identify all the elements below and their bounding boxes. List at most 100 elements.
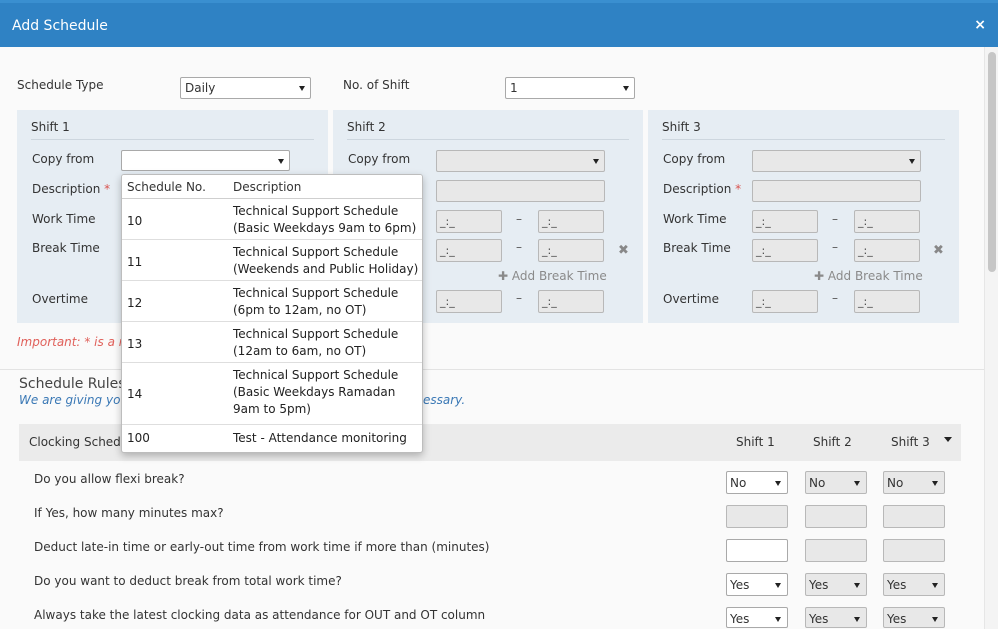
schedule-option[interactable]: 11 Technical Support Schedule (Weekends … bbox=[122, 240, 422, 281]
shift-3-title: Shift 3 bbox=[662, 120, 701, 134]
rules-subtitle-end: essary. bbox=[423, 393, 466, 407]
flexi-minutes-shift-3[interactable] bbox=[883, 505, 945, 528]
deduct-break-shift-3[interactable]: Yes bbox=[883, 573, 945, 596]
late-in-minutes-shift-3[interactable] bbox=[883, 539, 945, 562]
shift-2-copy-from-select[interactable] bbox=[436, 150, 605, 172]
flexi-minutes-shift-1[interactable] bbox=[726, 505, 788, 528]
rules-title: Schedule Rules bbox=[19, 376, 126, 392]
copy-from-dropdown: Schedule No. Description 10 Technical Su… bbox=[121, 174, 423, 453]
col-shift-2: Shift 2 bbox=[813, 435, 852, 449]
no-of-shift-label: No. of Shift bbox=[343, 78, 410, 92]
shift-1-copy-from-select[interactable] bbox=[121, 150, 290, 171]
shift-3-break-end[interactable]: _:_ bbox=[854, 239, 920, 262]
flexi-break-shift-3[interactable]: No bbox=[883, 471, 945, 494]
shift-3-break-time-label: Break Time bbox=[663, 241, 731, 255]
chevron-down-icon bbox=[775, 583, 781, 588]
divider bbox=[347, 139, 629, 140]
dropdown-header: Schedule No. Description bbox=[122, 175, 422, 199]
shift-3-break-start[interactable]: _:_ bbox=[752, 239, 818, 262]
schedule-desc: Technical Support Schedule (12am to 6am,… bbox=[233, 327, 399, 358]
deduct-break-shift-2[interactable]: Yes bbox=[805, 573, 867, 596]
shift-3-description-label: Description * bbox=[663, 182, 742, 196]
flexi-break-shift-2[interactable]: No bbox=[805, 471, 867, 494]
flexi-break-shift-1[interactable]: No bbox=[726, 471, 788, 494]
schedule-type-select[interactable]: Daily bbox=[180, 77, 311, 99]
shift-3-copy-from-select[interactable] bbox=[752, 150, 921, 172]
rule-question: Always take the latest clocking data as … bbox=[34, 608, 486, 622]
chevron-down-icon bbox=[623, 86, 629, 91]
shift-3-ot-start[interactable]: _:_ bbox=[752, 290, 818, 313]
shift-3-ot-end[interactable]: _:_ bbox=[854, 290, 920, 313]
chevron-down-icon bbox=[775, 617, 781, 622]
chevron-down-icon bbox=[909, 159, 915, 164]
important-note: Important: * is a r bbox=[17, 335, 124, 349]
shift-2-ot-start[interactable]: _:_ bbox=[436, 290, 502, 313]
latest-clocking-shift-2[interactable]: Yes bbox=[805, 607, 867, 628]
shift-2-break-end[interactable]: _:_ bbox=[538, 239, 604, 262]
chevron-down-icon bbox=[854, 481, 860, 486]
chevron-down-icon bbox=[775, 481, 781, 486]
schedule-option[interactable]: 10 Technical Support Schedule (Basic Wee… bbox=[122, 199, 422, 240]
shift-3-copy-from-label: Copy from bbox=[663, 152, 726, 166]
schedule-option[interactable]: 13 Technical Support Schedule (12am to 6… bbox=[122, 322, 422, 363]
col-shift-3: Shift 3 bbox=[891, 435, 930, 449]
shift-2-title: Shift 2 bbox=[347, 120, 386, 134]
chevron-down-icon bbox=[593, 159, 599, 164]
schedule-desc: Technical Support Schedule (Weekends and… bbox=[233, 245, 419, 276]
chevron-down-icon bbox=[278, 159, 284, 164]
dash: – bbox=[516, 240, 522, 254]
chevron-down-icon bbox=[932, 583, 938, 588]
plus-icon: ✚ bbox=[814, 269, 825, 283]
shift-3-add-break-button[interactable]: ✚ Add Break Time bbox=[814, 269, 923, 283]
dash: – bbox=[832, 240, 838, 254]
scrollbar-thumb[interactable] bbox=[988, 52, 996, 272]
chevron-down-icon bbox=[854, 617, 860, 622]
shift-2-break-start[interactable]: _:_ bbox=[436, 239, 502, 262]
shift-3-work-start[interactable]: _:_ bbox=[752, 210, 818, 233]
shift-1-break-time-label: Break Time bbox=[32, 241, 100, 255]
dialog-title: Add Schedule bbox=[12, 18, 108, 34]
scrollbar[interactable] bbox=[984, 47, 998, 629]
no-of-shift-value: 1 bbox=[510, 81, 518, 95]
schedule-option[interactable]: 12 Technical Support Schedule (6pm to 12… bbox=[122, 281, 422, 322]
remove-break-icon[interactable]: ✖ bbox=[933, 243, 944, 258]
remove-break-icon[interactable]: ✖ bbox=[618, 243, 629, 258]
chevron-down-icon bbox=[932, 617, 938, 622]
shift-1-work-time-label: Work Time bbox=[32, 212, 96, 226]
shift-2-work-end[interactable]: _:_ bbox=[538, 210, 604, 233]
rule-question: Deduct late-in time or early-out time fr… bbox=[34, 540, 490, 554]
rule-question: Do you want to deduct break from total w… bbox=[34, 574, 342, 588]
caret-down-icon[interactable] bbox=[944, 437, 952, 442]
shift-1-description-label: Description * bbox=[32, 182, 111, 196]
close-icon[interactable]: × bbox=[974, 17, 986, 33]
col-schedule-no: Schedule No. bbox=[127, 180, 206, 194]
no-of-shift-select[interactable]: 1 bbox=[505, 77, 635, 99]
col-description: Description bbox=[233, 180, 302, 194]
shift-1-overtime-label: Overtime bbox=[32, 292, 88, 306]
schedule-no: 10 bbox=[127, 214, 143, 228]
dash: – bbox=[516, 291, 522, 305]
rule-question: If Yes, how many minutes max? bbox=[34, 506, 224, 520]
shift-2-ot-end[interactable]: _:_ bbox=[538, 290, 604, 313]
shift-3-description-input[interactable] bbox=[752, 180, 921, 202]
schedule-no: 13 bbox=[127, 337, 143, 351]
col-shift-1: Shift 1 bbox=[736, 435, 775, 449]
late-in-minutes-shift-2[interactable] bbox=[805, 539, 867, 562]
deduct-break-shift-1[interactable]: Yes bbox=[726, 573, 788, 596]
latest-clocking-shift-3[interactable]: Yes bbox=[883, 607, 945, 628]
shift-2-add-break-button[interactable]: ✚ Add Break Time bbox=[498, 269, 607, 283]
flexi-minutes-shift-2[interactable] bbox=[805, 505, 867, 528]
latest-clocking-shift-1[interactable]: Yes bbox=[726, 607, 788, 628]
schedule-option[interactable]: 100 Test - Attendance monitoring bbox=[122, 425, 422, 452]
chevron-down-icon bbox=[299, 86, 305, 91]
schedule-desc: Test - Attendance monitoring bbox=[233, 431, 407, 445]
schedule-option[interactable]: 14 Technical Support Schedule (Basic Wee… bbox=[122, 363, 422, 425]
shift-2-work-start[interactable]: _:_ bbox=[436, 210, 502, 233]
divider bbox=[31, 139, 314, 140]
shift-1-title: Shift 1 bbox=[31, 120, 70, 134]
shift-3-work-end[interactable]: _:_ bbox=[854, 210, 920, 233]
late-in-minutes-shift-1[interactable] bbox=[726, 539, 788, 562]
schedule-desc: Technical Support Schedule (Basic Weekda… bbox=[233, 204, 417, 235]
shift-2-description-input[interactable] bbox=[436, 180, 605, 202]
schedule-desc: Technical Support Schedule (6pm to 12am,… bbox=[233, 286, 399, 317]
